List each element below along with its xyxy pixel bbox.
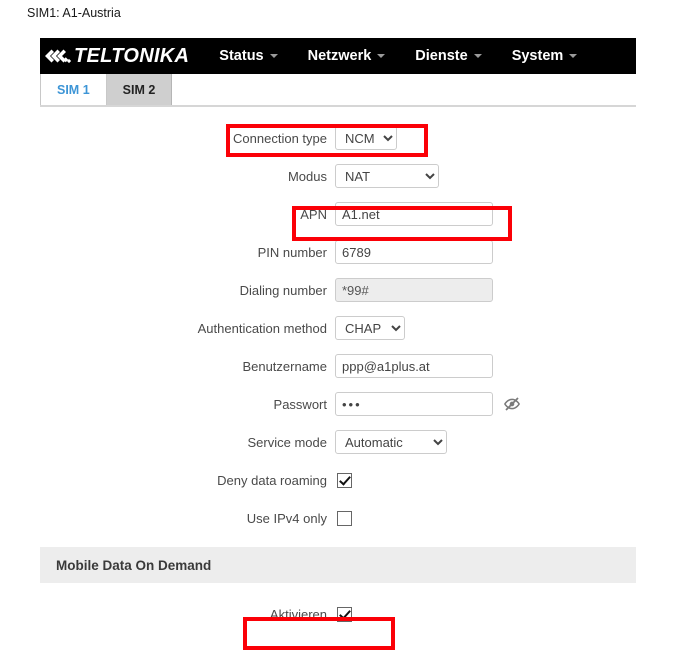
- eye-slash-icon[interactable]: [503, 395, 521, 413]
- authentication-method-select[interactable]: CHAP: [335, 316, 405, 340]
- nav-item-system-label: System: [511, 48, 564, 64]
- top-navigation-bar: TELTONIKA Status Netzwerk Dienste System: [40, 38, 636, 74]
- chevrons-icon: [45, 49, 72, 64]
- brand-text: TELTONIKA: [74, 45, 190, 67]
- row-use-ipv4-only: Use IPv4 only: [40, 499, 636, 537]
- nav-item-netzwerk[interactable]: Netzwerk: [308, 48, 386, 64]
- password-input[interactable]: [335, 392, 493, 416]
- row-authentication-method: Authentication method CHAP: [40, 309, 636, 347]
- username-input[interactable]: [335, 354, 493, 378]
- pin-number-label: PIN number: [257, 244, 327, 260]
- row-username: Benutzername: [40, 347, 636, 385]
- aktivieren-label: Aktivieren: [269, 606, 327, 622]
- use-ipv4-only-checkbox[interactable]: [337, 510, 352, 526]
- nav-item-status-label: Status: [219, 48, 264, 64]
- deny-data-roaming-checkbox[interactable]: [337, 472, 352, 488]
- mobile-data-on-demand-title: Mobile Data On Demand: [56, 557, 212, 573]
- row-connection-type: Connection type NCM: [40, 119, 636, 157]
- chevron-down-icon: [377, 54, 386, 58]
- apn-input[interactable]: [335, 202, 493, 226]
- tab-sim-2[interactable]: SIM 2: [106, 74, 173, 105]
- row-service-mode: Service mode Automatic: [40, 423, 636, 461]
- chevron-down-icon: [269, 54, 278, 58]
- pin-number-input[interactable]: [335, 240, 493, 264]
- row-dialing-number: Dialing number: [40, 271, 636, 309]
- mobile-data-on-demand-section-header: Mobile Data On Demand: [40, 547, 636, 583]
- row-password: Passwort: [40, 385, 636, 423]
- dialing-number-label: Dialing number: [239, 282, 327, 298]
- tab-sim-1[interactable]: SIM 1: [40, 74, 107, 105]
- connection-type-select[interactable]: NCM: [335, 126, 397, 150]
- apn-label: APN: [300, 206, 327, 222]
- modus-select[interactable]: NAT: [335, 164, 439, 188]
- router-admin-panel: TELTONIKA Status Netzwerk Dienste System: [40, 38, 636, 633]
- row-deny-data-roaming: Deny data roaming: [40, 461, 636, 499]
- nav-item-system[interactable]: System: [512, 48, 578, 64]
- row-apn: APN: [40, 195, 636, 233]
- use-ipv4-only-label: Use IPv4 only: [246, 510, 327, 526]
- service-mode-label: Service mode: [247, 434, 327, 450]
- nav-item-netzwerk-label: Netzwerk: [307, 48, 372, 64]
- tab-sim-2-label: SIM 2: [122, 82, 156, 97]
- password-label: Passwort: [273, 396, 327, 412]
- sim-settings-form: Connection type NCM Modus NAT APN PIN nu…: [40, 107, 636, 537]
- row-pin-number: PIN number: [40, 233, 636, 271]
- dialing-number-input: [335, 278, 493, 302]
- authentication-method-label: Authentication method: [197, 320, 327, 336]
- chevron-down-icon: [473, 54, 482, 58]
- deny-data-roaming-label: Deny data roaming: [217, 472, 327, 488]
- nav-items: Status Netzwerk Dienste System: [219, 48, 607, 64]
- nav-item-dienste[interactable]: Dienste: [415, 48, 482, 64]
- row-aktivieren: Aktivieren: [40, 595, 636, 633]
- aktivieren-checkbox[interactable]: [337, 606, 352, 622]
- nav-item-dienste-label: Dienste: [415, 48, 468, 64]
- modus-label: Modus: [287, 168, 327, 184]
- chevron-down-icon: [569, 54, 578, 58]
- username-label: Benutzername: [242, 358, 327, 374]
- nav-item-status[interactable]: Status: [219, 48, 278, 64]
- teltonika-logo[interactable]: TELTONIKA: [45, 38, 189, 74]
- mobile-data-on-demand-form: Aktivieren: [40, 583, 636, 633]
- sim-tab-strip: SIM 1 SIM 2: [40, 74, 636, 107]
- page-caption: SIM1: A1-Austria: [27, 6, 121, 20]
- connection-type-label: Connection type: [233, 130, 327, 146]
- tab-sim-1-label: SIM 1: [57, 82, 90, 97]
- service-mode-select[interactable]: Automatic: [335, 430, 447, 454]
- row-modus: Modus NAT: [40, 157, 636, 195]
